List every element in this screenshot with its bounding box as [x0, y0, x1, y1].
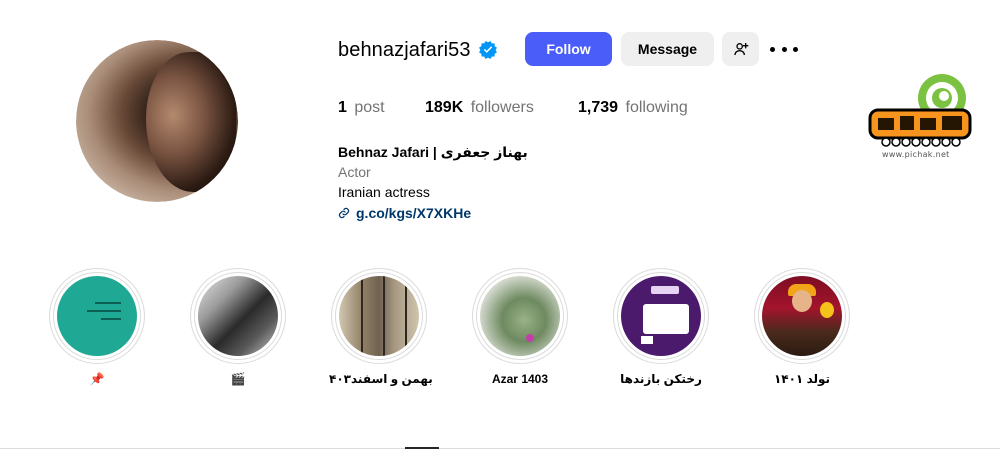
highlight-item[interactable]: Azar 1403: [470, 268, 570, 386]
highlight-inner: [335, 272, 423, 360]
profile-bio: Behnaz Jafari | بهناز جعفری Actor Irania…: [338, 142, 528, 223]
highlight-inner: [476, 272, 564, 360]
tabs-divider: [0, 448, 1000, 449]
highlight-item[interactable]: تولد ۱۴۰۱: [752, 268, 852, 386]
highlight-cover-image: [762, 276, 842, 356]
highlight-item[interactable]: 📌: [47, 268, 147, 386]
bio-description: Iranian actress: [338, 184, 430, 200]
highlight-label: بهمن و اسفند۴۰۳: [329, 372, 433, 386]
following-count: 1,739: [578, 99, 619, 116]
highlight-ring: [754, 268, 850, 364]
highlight-label: 🎬: [230, 372, 246, 386]
highlight-inner: [194, 272, 282, 360]
category-label: Actor: [338, 164, 371, 180]
highlight-item[interactable]: 🎬: [188, 268, 288, 386]
followers-stat[interactable]: 189K followers: [425, 99, 534, 117]
highlight-ring: [472, 268, 568, 364]
highlight-inner: [758, 272, 846, 360]
follow-button[interactable]: Follow: [525, 32, 612, 66]
highlight-item[interactable]: رختکن بازندها: [611, 268, 711, 386]
suggest-accounts-button[interactable]: [722, 32, 759, 66]
highlight-ring: [331, 268, 427, 364]
message-button[interactable]: Message: [621, 32, 714, 66]
more-dot: [793, 46, 798, 52]
add-user-icon: [733, 43, 748, 56]
followers-count: 189K: [425, 99, 464, 116]
posts-count: 1: [338, 99, 347, 116]
verified-badge-icon: [478, 41, 497, 59]
highlight-item[interactable]: بهمن و اسفند۴۰۳: [329, 268, 433, 386]
posts-stat: 1 post: [338, 99, 385, 117]
more-options-icon[interactable]: [770, 40, 798, 58]
following-label: following: [625, 99, 688, 116]
highlight-inner: [53, 272, 141, 360]
profile-avatar[interactable]: [76, 40, 238, 202]
bio-link[interactable]: g.co/kgs/X7XKHe: [338, 203, 528, 223]
highlight-ring: [190, 268, 286, 364]
highlight-label: تولد ۱۴۰۱: [773, 372, 831, 386]
username: behnazjafari53: [338, 38, 471, 61]
pichak-logo-icon: [868, 74, 972, 147]
avatar-face-shape: [146, 52, 236, 192]
highlight-ring: [49, 268, 145, 364]
story-highlights: 📌 🎬 بهمن و اسفند۴۰۳ Azar 1403 رختکن بازن…: [0, 268, 1000, 398]
full-name: Behnaz Jafari | بهناز جعفری: [338, 144, 528, 160]
highlight-label: رختکن بازندها: [620, 372, 702, 386]
posts-label: post: [354, 99, 385, 116]
highlight-inner: [617, 272, 705, 360]
bio-link-text: g.co/kgs/X7XKHe: [356, 205, 472, 221]
highlight-label: Azar 1403: [491, 372, 549, 386]
highlight-ring: [613, 268, 709, 364]
more-dot: [770, 46, 775, 52]
link-icon: [338, 207, 350, 219]
more-dot: [781, 46, 787, 52]
following-stat[interactable]: 1,739 following: [578, 99, 688, 117]
highlight-label: 📌: [89, 372, 105, 386]
highlight-cover-image: [339, 276, 419, 356]
highlight-cover-image: [621, 276, 701, 356]
profile-header: behnazjafari53: [338, 32, 497, 68]
highlight-cover-image: [57, 276, 137, 356]
watermark-url: www.pichak.net: [882, 150, 950, 159]
followers-label: followers: [470, 99, 534, 116]
highlight-cover-image: [480, 276, 560, 356]
highlight-cover-image: [198, 276, 278, 356]
active-tab-indicator: [405, 447, 439, 449]
